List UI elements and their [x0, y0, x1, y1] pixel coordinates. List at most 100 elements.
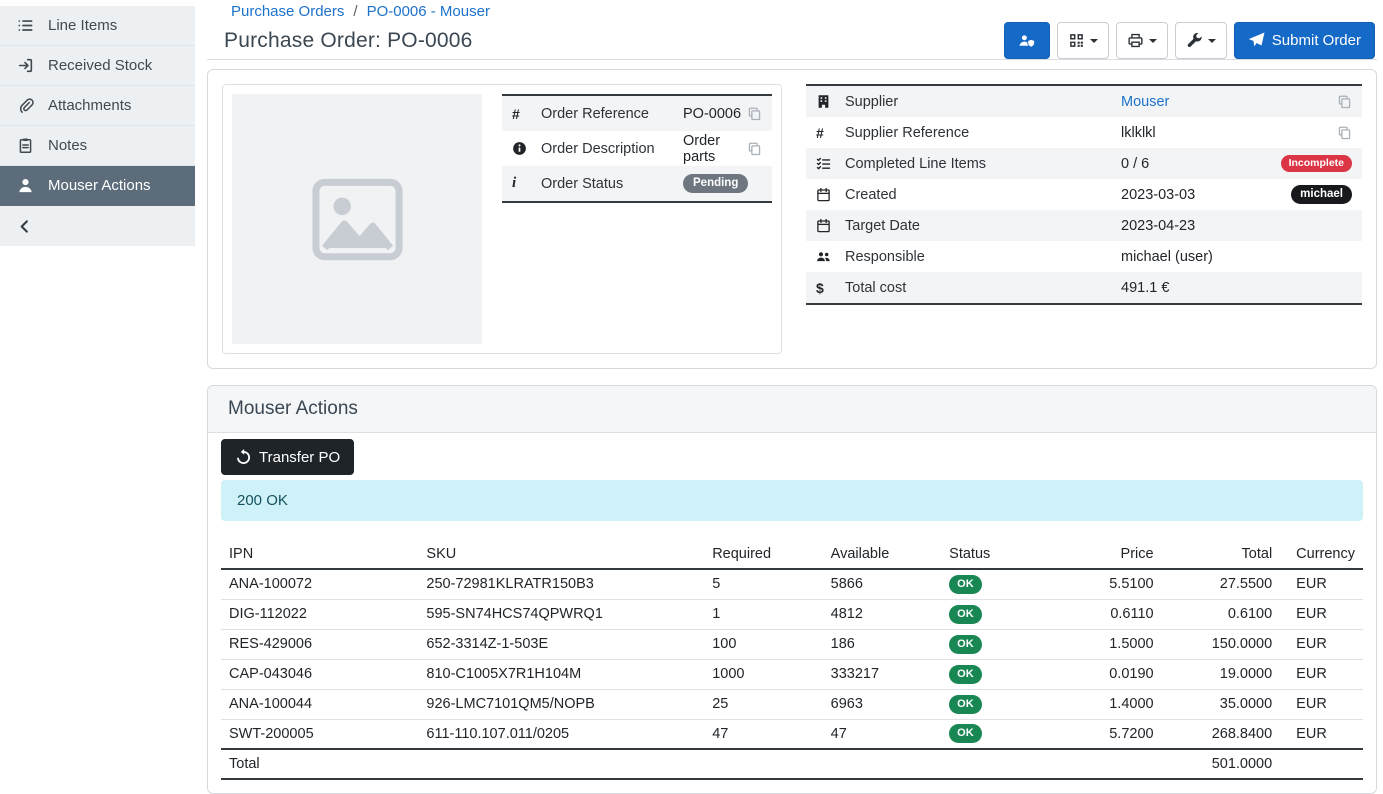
- detail-row-created: Created2023-03-03michael: [806, 179, 1362, 210]
- cell-total: 150.0000: [1162, 629, 1281, 659]
- breadcrumb-separator: /: [353, 3, 357, 20]
- cell-currency: EUR: [1280, 719, 1363, 749]
- cell-ipn: DIG-112022: [221, 599, 418, 629]
- sidebar-item-line-items[interactable]: Line Items: [0, 6, 195, 46]
- sidebar-item-mouser-actions[interactable]: Mouser Actions: [0, 166, 195, 206]
- app: Line ItemsReceived Stock Attachments Notes…: [0, 0, 1383, 794]
- copy-icon[interactable]: [747, 141, 762, 156]
- barcode-actions-dropdown[interactable]: [1057, 22, 1109, 59]
- detail-label: Order Description: [541, 141, 683, 157]
- caret-down-icon: [1208, 39, 1216, 43]
- detail-label: Order Reference: [541, 106, 683, 122]
- refresh-icon: [235, 449, 252, 466]
- transfer-po-label: Transfer PO: [259, 449, 340, 466]
- hash-icon: #: [816, 125, 845, 141]
- incomplete-badge: Incomplete: [1281, 155, 1352, 173]
- submit-order-button[interactable]: Submit Order: [1234, 22, 1375, 59]
- cell-ipn: RES-429006: [221, 629, 418, 659]
- status-ok-badge: OK: [949, 695, 982, 714]
- user-shield-icon: [1018, 32, 1035, 49]
- table-row-ana-100072: ANA-100072250-72981KLRATR150B355866OK5.5…: [221, 569, 1363, 599]
- order-image-placeholder[interactable]: [232, 94, 482, 344]
- sidebar-item-label: Attachments: [48, 97, 131, 114]
- status-alert: 200 OK: [221, 480, 1363, 521]
- transfer-po-button[interactable]: Transfer PO: [221, 439, 354, 475]
- detail-value: 491.1 €: [1121, 280, 1352, 296]
- cell-currency: EUR: [1280, 689, 1363, 719]
- sidebar-item-received-stock[interactable]: Received Stock: [0, 46, 195, 86]
- sidebar-collapse-button[interactable]: [0, 206, 195, 246]
- cell-sku: 250-72981KLRATR150B3: [418, 569, 704, 599]
- status-ok-badge: OK: [949, 635, 982, 654]
- cell-sku: 595-SN74HCS74QPWRQ1: [418, 599, 704, 629]
- table-total-row: Total 501.0000: [221, 749, 1363, 779]
- column-header-sku: SKU: [418, 539, 704, 569]
- detail-value: 0 / 6: [1121, 156, 1281, 172]
- sidebar: Line ItemsReceived Stock Attachments Notes…: [0, 0, 195, 794]
- copy-icon[interactable]: [747, 106, 762, 121]
- breadcrumb-link-purchase-orders[interactable]: Purchase Orders: [231, 3, 344, 20]
- copy-icon[interactable]: [1337, 94, 1352, 109]
- detail-label: Created: [845, 187, 1121, 203]
- status-ok-badge: OK: [949, 665, 982, 684]
- breadcrumb: Purchase Orders / PO-0006 - Mouser: [207, 0, 1377, 22]
- detail-row-responsible: Responsiblemichael (user): [806, 241, 1362, 272]
- paperclip-icon: [17, 97, 34, 114]
- cell-status: OK: [941, 599, 1061, 629]
- status-ok-badge: OK: [949, 575, 982, 594]
- supplier-user-button[interactable]: [1004, 22, 1050, 59]
- table-row-swt-200005: SWT-200005611-110.107.011/02054747OK5.72…: [221, 719, 1363, 749]
- breadcrumb-link-current-order[interactable]: PO-0006 - Mouser: [367, 3, 490, 20]
- panel-header: Mouser Actions: [208, 386, 1376, 433]
- cell-sku: 926-LMC7101QM5/NOPB: [418, 689, 704, 719]
- michael-badge: michael: [1291, 185, 1352, 204]
- sidebar-item-attachments[interactable]: Attachments: [0, 86, 195, 126]
- cell-price: 5.5100: [1061, 569, 1162, 599]
- cell-sku: 611-110.107.011/0205: [418, 719, 704, 749]
- sidebar-item-notes[interactable]: Notes: [0, 126, 195, 166]
- table-body: ANA-100072250-72981KLRATR150B355866OK5.5…: [221, 569, 1363, 749]
- cell-required: 5: [704, 569, 822, 599]
- supplier-detail-table: SupplierMouser #Supplier Referencelklklkl…: [806, 84, 1362, 305]
- mouser-actions-panel: Mouser Actions Transfer PO 200 OK IPNSKU…: [207, 385, 1377, 794]
- order-summary-box: #Order ReferencePO-0006Order Description…: [222, 84, 782, 354]
- cell-total: 35.0000: [1162, 689, 1281, 719]
- detail-label: Responsible: [845, 249, 1121, 265]
- image-placeholder-icon: [305, 167, 410, 272]
- detail-value: Pending: [683, 174, 762, 194]
- cell-status: OK: [941, 689, 1061, 719]
- cell-status: OK: [941, 659, 1061, 689]
- detail-value: lklklkl: [1121, 125, 1337, 141]
- table-row-dig-112022: DIG-112022595-SN74HCS74QPWRQ114812OK0.61…: [221, 599, 1363, 629]
- print-actions-dropdown[interactable]: [1116, 22, 1168, 59]
- cell-required: 47: [704, 719, 822, 749]
- detail-label: Supplier Reference: [845, 125, 1121, 141]
- cell-sku: 652-3314Z-1-503E: [418, 629, 704, 659]
- copy-icon[interactable]: [1337, 125, 1352, 140]
- cell-required: 25: [704, 689, 822, 719]
- cell-status: OK: [941, 629, 1061, 659]
- cell-currency: EUR: [1280, 629, 1363, 659]
- cell-ipn: SWT-200005: [221, 719, 418, 749]
- cell-status: OK: [941, 569, 1061, 599]
- pending-badge: Pending: [683, 174, 748, 194]
- info-icon: i: [512, 175, 541, 192]
- detail-row-total-cost: $Total cost491.1 €: [806, 272, 1362, 303]
- page-title: Purchase Order: PO-0006: [224, 29, 473, 53]
- panel-body: Transfer PO 200 OK IPNSKURequiredAvailab…: [208, 433, 1376, 793]
- cell-price: 0.6110: [1061, 599, 1162, 629]
- order-actions-dropdown[interactable]: [1175, 22, 1227, 59]
- cell-available: 333217: [823, 659, 941, 689]
- detail-value-link[interactable]: Mouser: [1121, 94, 1169, 110]
- list-check-icon: [816, 156, 845, 171]
- cell-currency: EUR: [1280, 659, 1363, 689]
- caret-down-icon: [1149, 39, 1157, 43]
- panel-title: Mouser Actions: [228, 398, 358, 420]
- detail-label: Supplier: [845, 94, 1121, 110]
- column-header-available: Available: [823, 539, 941, 569]
- main-content: Purchase Orders / PO-0006 - Mouser Purch…: [195, 0, 1383, 794]
- detail-label: Target Date: [845, 218, 1121, 234]
- detail-label: Completed Line Items: [845, 156, 1121, 172]
- column-header-required: Required: [704, 539, 822, 569]
- tools-icon: [1186, 32, 1203, 49]
